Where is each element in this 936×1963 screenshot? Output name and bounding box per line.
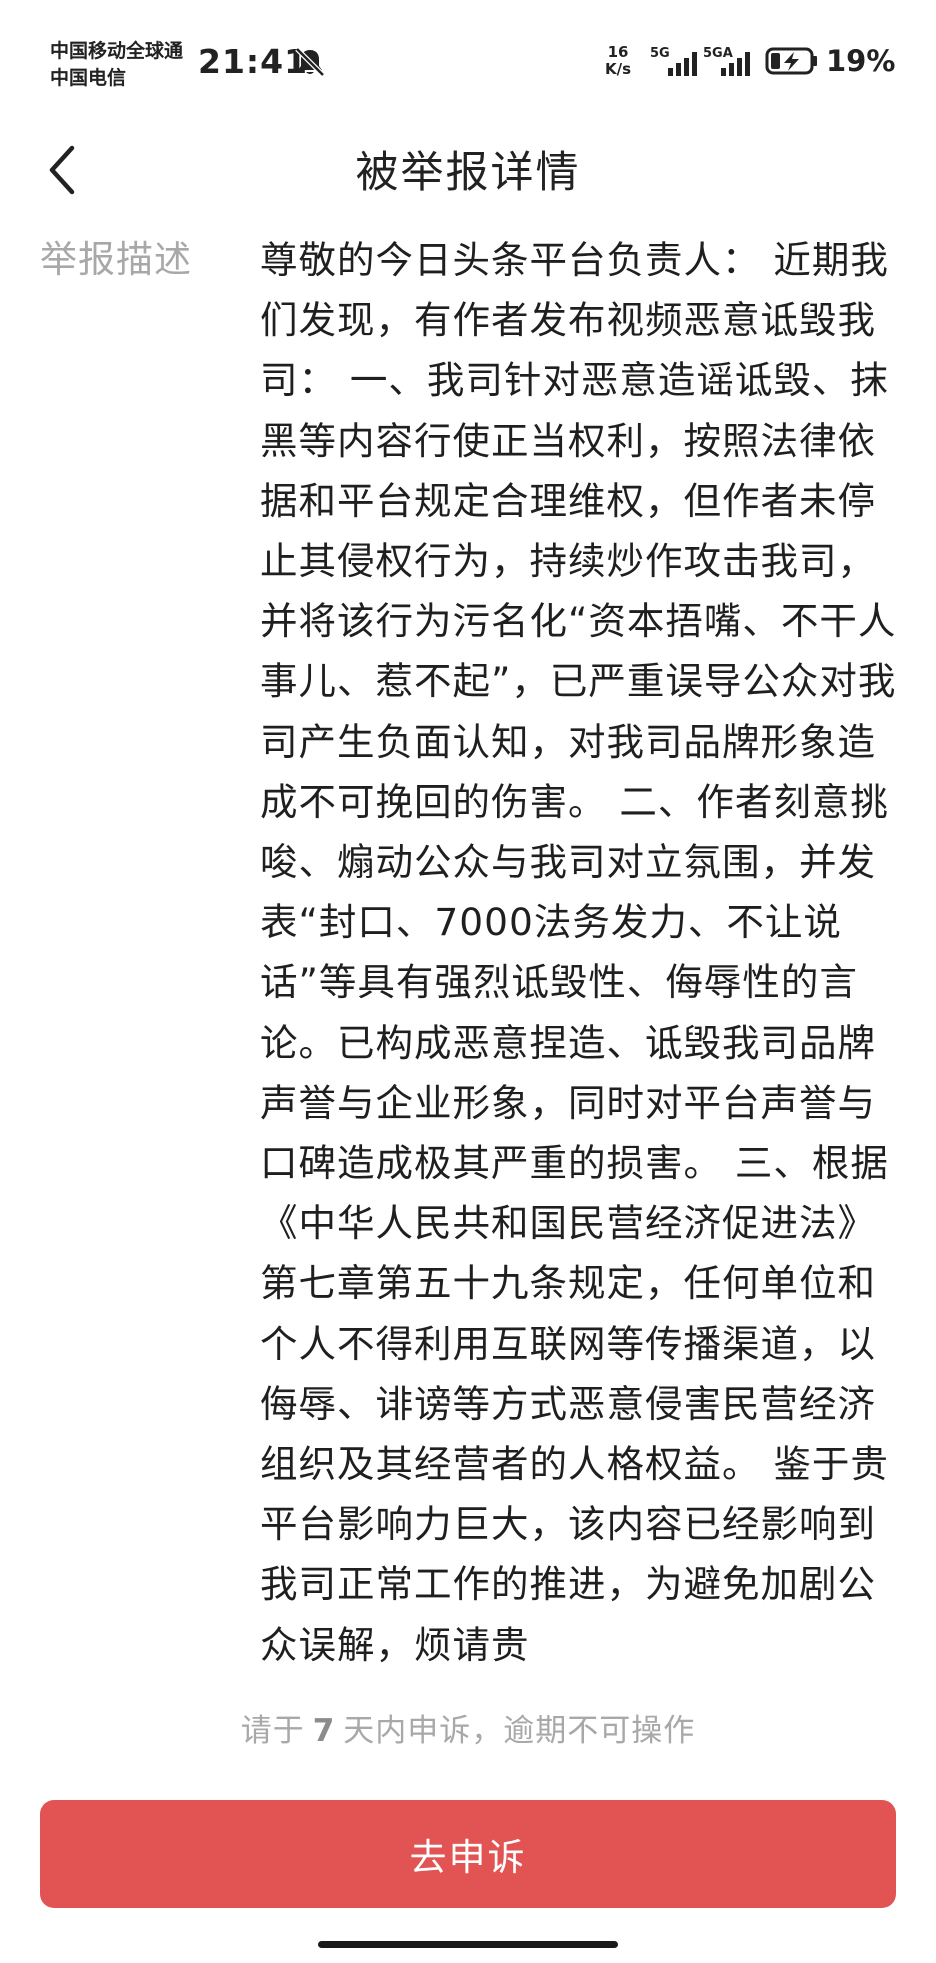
home-gesture-bar[interactable] xyxy=(318,1941,618,1948)
status-bar: 中国移动全球通 中国电信 21:41 16 K/s 5G 5GA 19% xyxy=(0,0,936,120)
network-speed-unit: K/s xyxy=(604,60,632,78)
carrier-2: 中国电信 xyxy=(50,67,127,89)
network-speed-value: 16 xyxy=(607,43,629,61)
appeal-deadline-hint: 请于 7 天内申诉，逾期不可操作 xyxy=(0,1705,936,1750)
appeal-button[interactable]: 去申诉 xyxy=(40,1800,896,1908)
signal-1-bars xyxy=(668,52,697,76)
network-speed: 16 K/s xyxy=(597,44,639,78)
carrier-info: 中国移动全球通 中国电信 xyxy=(50,38,183,92)
appeal-hint-suffix: 天内申诉，逾期不可操作 xyxy=(343,1713,696,1749)
signal-2-bars xyxy=(721,52,750,76)
report-section: 举报描述 尊敬的今日头条平台负责人： 近期我们发现，有作者发布视频恶意诋毁我司：… xyxy=(0,230,936,1700)
appeal-hint-prefix: 请于 xyxy=(240,1713,305,1749)
battery-percent: 19% xyxy=(826,44,896,78)
carrier-1: 中国移动全球通 xyxy=(50,40,184,62)
report-description-label: 举报描述 xyxy=(40,238,192,281)
clock: 21:41 xyxy=(198,42,309,81)
page-header: 被举报详情 xyxy=(0,120,936,220)
signal-1-label: 5G xyxy=(650,46,670,61)
page-title: 被举报详情 xyxy=(355,148,581,198)
bell-off-icon xyxy=(295,47,325,77)
signal-icon: 5G xyxy=(650,46,708,78)
battery-charging-icon xyxy=(765,47,817,75)
appeal-hint-days: 7 xyxy=(312,1713,336,1749)
signal-icon: 5GA xyxy=(703,46,761,78)
report-description-text: 尊敬的今日头条平台负责人： 近期我们发现，有作者发布视频恶意诋毁我司： 一、我司… xyxy=(260,238,897,1667)
